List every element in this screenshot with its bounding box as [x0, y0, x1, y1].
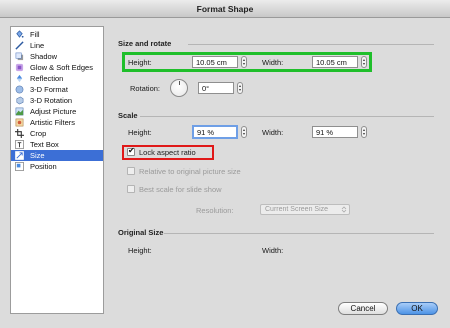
reflection-icon [16, 74, 23, 83]
artistic-filters-icon [15, 118, 24, 127]
sidebar-item-size[interactable]: Size [11, 150, 103, 161]
sidebar-item-label: 3-D Format [30, 85, 68, 94]
size-panel: Size and rotate Height: Width: Rotation:… [110, 26, 440, 294]
3d-rotation-icon [16, 96, 24, 105]
size-icon [15, 151, 24, 160]
resolution-select[interactable]: Current Screen Size [260, 204, 350, 215]
size-width-stepper[interactable] [361, 56, 367, 68]
category-sidebar: Fill Line Shadow Glow & Soft Edges Refle… [10, 26, 104, 314]
glow-icon [15, 63, 24, 72]
original-height-label: Height: [128, 246, 152, 255]
size-rotate-section-title: Size and rotate [118, 39, 172, 48]
sidebar-item-text-box[interactable]: Text Box [11, 139, 103, 150]
sidebar-item-position[interactable]: Position [11, 161, 103, 172]
sidebar-item-label: Crop [30, 129, 47, 138]
resolution-select-value: Current Screen Size [265, 206, 329, 213]
size-width-input[interactable] [312, 56, 358, 68]
scale-section-title: Scale [118, 111, 138, 120]
section-divider [140, 116, 434, 117]
shadow-icon [15, 52, 24, 61]
crop-icon [15, 129, 24, 138]
sidebar-item-line[interactable]: Line [11, 40, 103, 51]
sidebar-item-artistic-filters[interactable]: Artistic Filters [11, 117, 103, 128]
rotation-stepper[interactable] [237, 82, 243, 94]
scale-width-label: Width: [262, 128, 284, 137]
size-height-input[interactable] [192, 56, 238, 68]
scale-width-input[interactable] [312, 126, 358, 138]
sidebar-item-shadow[interactable]: Shadow [11, 51, 103, 62]
scale-height-stepper[interactable] [241, 126, 247, 138]
rotation-dial[interactable] [170, 79, 188, 97]
format-shape-dialog: Format Shape Fill Line Shadow Glow & Sof… [0, 0, 450, 328]
sidebar-item-3d-format[interactable]: 3-D Format [11, 84, 103, 95]
sidebar-item-label: Position [30, 162, 57, 171]
sidebar-item-label: Line [30, 41, 45, 50]
sidebar-item-label: 3-D Rotation [30, 96, 73, 105]
scale-height-input[interactable] [192, 125, 238, 139]
sidebar-item-label: Artistic Filters [30, 118, 75, 127]
dialog-title: Format Shape [0, 0, 450, 18]
position-icon [15, 162, 24, 171]
sidebar-item-crop[interactable]: Crop [11, 128, 103, 139]
text-box-icon [15, 140, 24, 149]
sidebar-item-label: Adjust Picture [30, 107, 77, 116]
fill-bucket-icon [16, 30, 24, 38]
sidebar-item-reflection[interactable]: Reflection [11, 73, 103, 84]
sidebar-item-glow[interactable]: Glow & Soft Edges [11, 62, 103, 73]
sidebar-item-adjust-picture[interactable]: Adjust Picture [11, 106, 103, 117]
line-icon [15, 41, 24, 50]
sidebar-item-fill[interactable]: Fill [11, 29, 103, 40]
original-width-label: Width: [262, 246, 284, 255]
size-height-stepper[interactable] [241, 56, 247, 68]
best-scale-label: Best scale for slide show [139, 185, 222, 194]
sidebar-item-label: Text Box [30, 140, 59, 149]
rotation-input[interactable] [198, 82, 234, 94]
sidebar-item-label: Size [30, 151, 45, 160]
rotation-label: Rotation: [130, 84, 161, 93]
lock-aspect-ratio-checkbox[interactable] [127, 146, 135, 156]
select-arrows-icon [341, 206, 347, 213]
ok-button[interactable]: OK [396, 302, 438, 315]
lock-aspect-ratio-label: Lock aspect ratio [139, 148, 196, 157]
original-size-section-title: Original Size [118, 228, 164, 237]
best-scale-checkbox[interactable] [127, 185, 135, 193]
relative-original-checkbox[interactable] [127, 167, 135, 175]
relative-original-label: Relative to original picture size [139, 167, 241, 176]
section-divider [164, 233, 434, 234]
sidebar-item-3d-rotation[interactable]: 3-D Rotation [11, 95, 103, 106]
3d-format-icon [15, 85, 24, 94]
size-height-label: Height: [128, 58, 152, 67]
section-divider [188, 44, 434, 45]
sidebar-item-label: Reflection [30, 74, 64, 83]
scale-width-stepper[interactable] [361, 126, 367, 138]
sidebar-item-label: Fill [30, 30, 40, 39]
cancel-button[interactable]: Cancel [338, 302, 388, 315]
size-width-label: Width: [262, 58, 284, 67]
adjust-picture-icon [15, 107, 24, 116]
resolution-label: Resolution: [196, 206, 234, 215]
scale-height-label: Height: [128, 128, 152, 137]
sidebar-item-label: Glow & Soft Edges [30, 63, 93, 72]
sidebar-item-label: Shadow [30, 52, 58, 61]
